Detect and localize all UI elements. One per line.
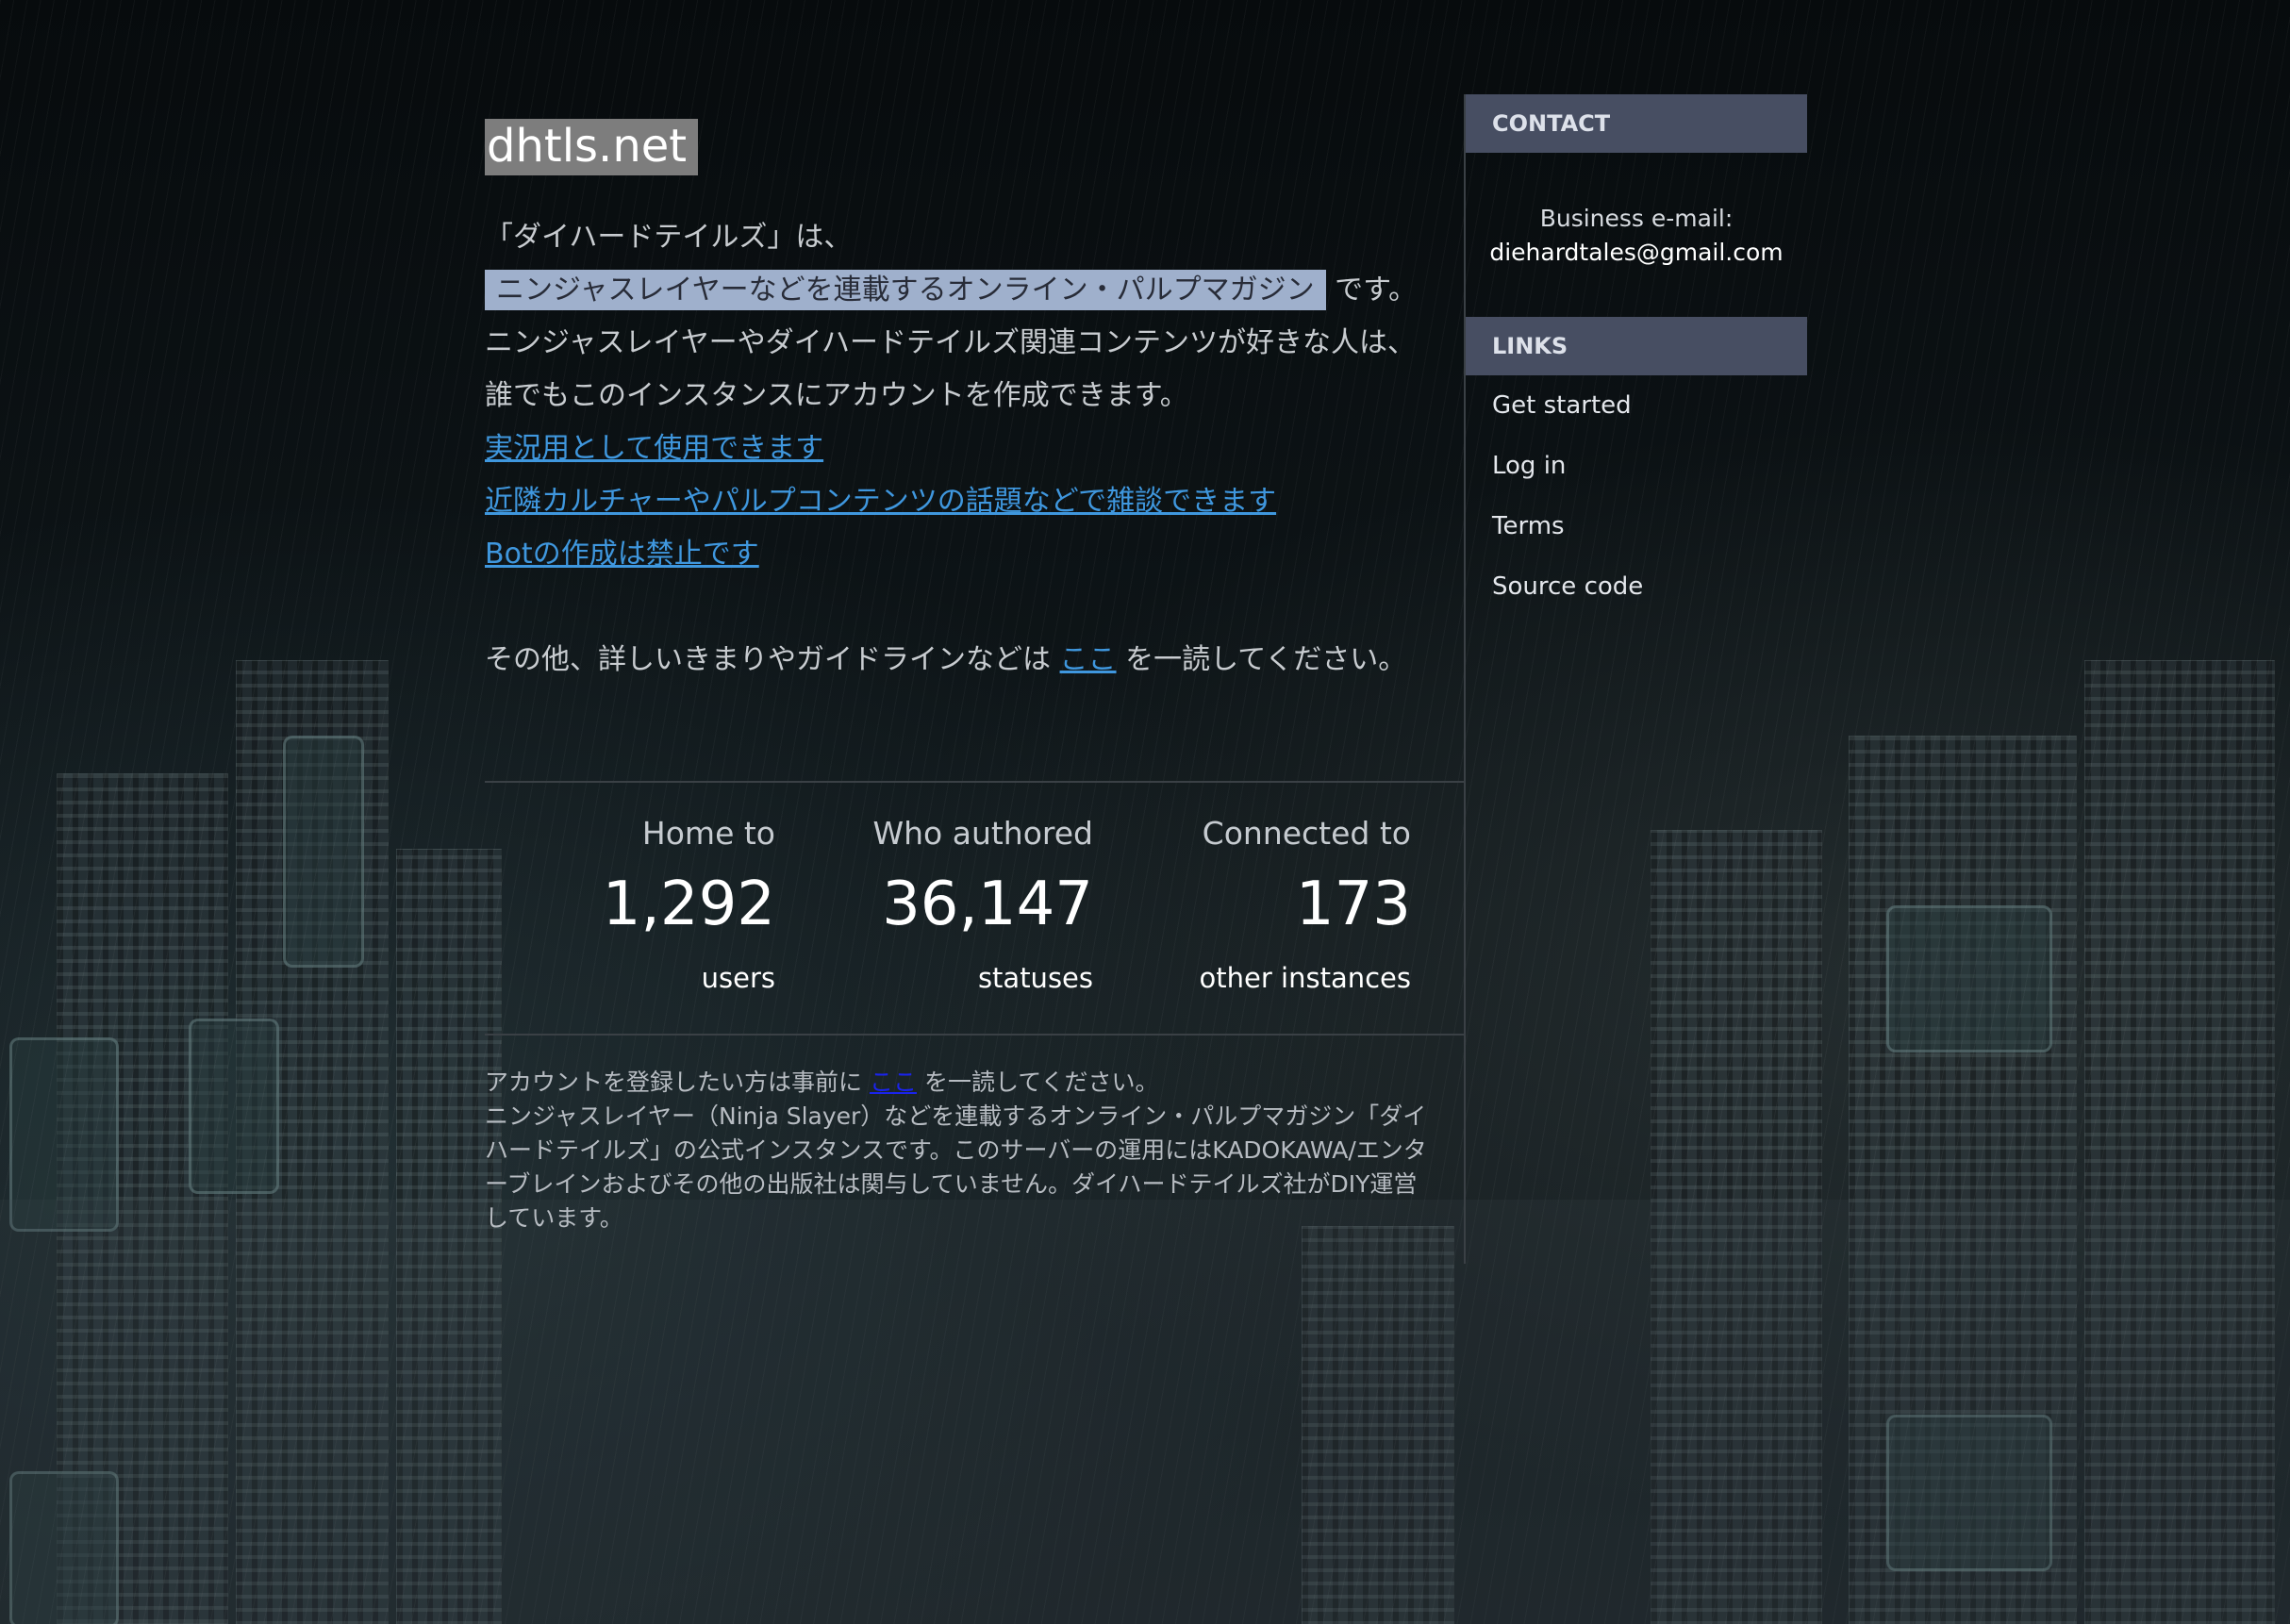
links-list: Get started Log in Terms Source code [1466,375,1807,617]
stat-value: 1,292 [602,870,775,939]
rules-link[interactable]: ここ [1060,643,1117,676]
link-source-code[interactable]: Source code [1466,556,1807,617]
instance-description: 「ダイハードテイルズ」は、 ニンジャスレイヤーなどを連載するオンライン・パルプマ… [485,211,1428,687]
link-bot-policy[interactable]: Botの作成は禁止です [485,538,759,571]
stat-unit: users [701,962,775,994]
contact-email[interactable]: diehardtales@gmail.com [1466,236,1807,270]
link-log-in[interactable]: Log in [1466,436,1807,496]
stat-label: Who authored [872,815,1094,852]
description-body: ニンジャスレイヤーなどを連載するオンライン・パルプマガジン です。ニンジャスレイ… [485,264,1428,423]
stat-value: 36,147 [882,870,1093,939]
footer-note: アカウントを登録したい方は事前に ここ を一読してください。 ニンジャスレイヤー… [485,1066,1437,1235]
footer-link[interactable]: ここ [870,1069,917,1096]
link-terms[interactable]: Terms [1466,496,1807,556]
link-get-started[interactable]: Get started [1466,375,1807,436]
stat-unit: other instances [1199,962,1411,994]
about-column: dhtls.net 「ダイハードテイルズ」は、 ニンジャスレイヤーなどを連載する… [485,94,1464,1232]
link-chat-topics[interactable]: 近隣カルチャーやパルプコンテンツの話題などで雑談できます [485,485,1276,518]
site-title[interactable]: dhtls.net [485,119,699,175]
description-highlight: ニンジャスレイヤーなどを連載するオンライン・パルプマガジン [485,270,1326,310]
links-heading: LINKS [1466,317,1807,375]
footer-body: ニンジャスレイヤー（Ninja Slayer）などを連載するオンライン・パルプマ… [485,1102,1427,1232]
stat-unit: statuses [977,962,1093,994]
rules-text: その他、詳しいきまりやガイドラインなどは ここ を一読してください。 [485,643,1407,676]
sidebar: CONTACT Business e-mail: diehardtales@gm… [1464,94,1807,1264]
link-live-commentary[interactable]: 実況用として使用できます [485,432,823,465]
stat-label: Connected to [1202,815,1411,852]
contact-section: Business e-mail: diehardtales@gmail.com [1466,43,1807,317]
stat-value: 173 [1295,870,1411,939]
instance-stats: Home to 1,292 users Who authored 36,147 … [485,781,1464,1036]
description-intro: 「ダイハードテイルズ」は、 [485,221,853,254]
stat-label: Home to [641,815,775,852]
